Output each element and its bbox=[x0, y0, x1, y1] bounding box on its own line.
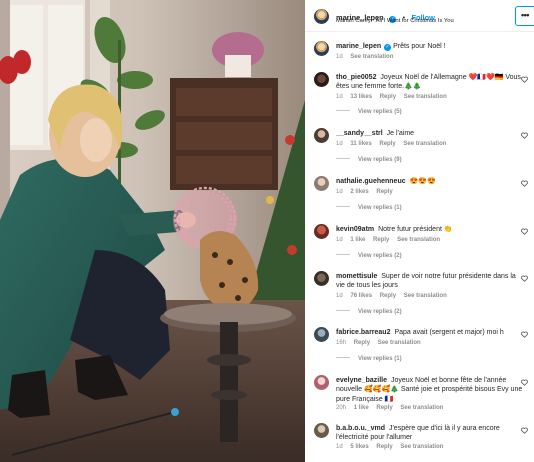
view-replies-button[interactable]: View replies (1) bbox=[336, 356, 402, 362]
comment-avatar[interactable] bbox=[314, 176, 329, 191]
comment-meta: 16h Reply See translation bbox=[336, 340, 427, 346]
see-translation-link[interactable]: See translation bbox=[400, 405, 443, 411]
comment-likes[interactable]: 1 like bbox=[354, 405, 369, 411]
comment-text-line: b.a.b.o.u._vmd J'espère que d'ici là il … bbox=[336, 424, 524, 443]
more-options-icon: ••• bbox=[521, 10, 529, 20]
comment-text-line: __sandy__strl Je l'aime bbox=[336, 129, 524, 138]
comment-time: 16h bbox=[336, 340, 347, 346]
comment-text: Notre futur président 👏 bbox=[378, 226, 453, 233]
caption-text: Prêts pour Noël ! bbox=[393, 43, 446, 50]
comment-text-line: momettisule Super de voir notre futur pr… bbox=[336, 272, 524, 291]
comment-time: 20h bbox=[336, 405, 347, 411]
comment-meta: 1d 5 likes Reply See translation bbox=[336, 444, 449, 450]
reply-button[interactable]: Reply bbox=[380, 293, 396, 299]
comment-meta: 1d 76 likes Reply See translation bbox=[336, 293, 453, 299]
comment-time: 1d bbox=[336, 293, 343, 299]
heart-outline-icon[interactable] bbox=[521, 331, 528, 338]
more-options-button[interactable]: ••• bbox=[515, 6, 534, 26]
comment-text-line: evelyne_bazille Joyeux Noël et bonne fêt… bbox=[336, 376, 524, 404]
heart-outline-icon[interactable] bbox=[521, 76, 528, 83]
view-replies-button[interactable]: View replies (9) bbox=[336, 157, 402, 163]
comment-meta: 1d 13 likes Reply See translation bbox=[336, 94, 453, 100]
heart-outline-icon[interactable] bbox=[521, 275, 528, 282]
caption-avatar[interactable] bbox=[314, 41, 329, 56]
comment-avatar[interactable] bbox=[314, 423, 329, 438]
caption-username[interactable]: marine_lepen bbox=[336, 43, 381, 50]
comment-avatar[interactable] bbox=[314, 375, 329, 390]
comment-username[interactable]: kevin09atm bbox=[336, 226, 374, 233]
author-avatar[interactable] bbox=[314, 9, 329, 24]
post-photo bbox=[0, 0, 305, 462]
comment-username[interactable]: tho_pie0052 bbox=[336, 74, 376, 81]
heart-outline-icon[interactable] bbox=[521, 132, 528, 139]
comment-avatar[interactable] bbox=[314, 224, 329, 239]
comment-likes[interactable]: 13 likes bbox=[350, 94, 372, 100]
comment-text-line: nathalie.guehenneuc 😍😍😍 bbox=[336, 177, 524, 186]
comment-username[interactable]: nathalie.guehenneuc bbox=[336, 178, 406, 185]
reply-button[interactable]: Reply bbox=[376, 405, 392, 411]
comment-avatar[interactable] bbox=[314, 327, 329, 342]
caption-time: 1d bbox=[336, 54, 343, 60]
comment-meta: 1d 2 likes Reply bbox=[336, 189, 399, 195]
comment-likes[interactable]: 1 like bbox=[350, 237, 365, 243]
comment-time: 1d bbox=[336, 237, 343, 243]
reply-button[interactable]: Reply bbox=[379, 141, 395, 147]
comment-text-line: tho_pie0052 Joyeux Noël de l'Allemagne ❤… bbox=[336, 73, 524, 92]
heart-outline-icon[interactable] bbox=[521, 228, 528, 235]
see-translation-link[interactable]: See translation bbox=[403, 141, 446, 147]
reply-button[interactable]: Reply bbox=[376, 189, 392, 195]
comment-avatar[interactable] bbox=[314, 128, 329, 143]
reply-button[interactable]: Reply bbox=[380, 94, 396, 100]
comment-text-line: fabrice.barreau2 Papa avait (sergent et … bbox=[336, 328, 524, 337]
view-replies-button[interactable]: View replies (5) bbox=[336, 109, 402, 115]
view-replies-button[interactable]: View replies (2) bbox=[336, 309, 402, 315]
heart-outline-icon[interactable] bbox=[521, 379, 528, 386]
comment-username[interactable]: momettisule bbox=[336, 273, 377, 280]
verified-badge-icon: ✓ bbox=[384, 44, 392, 51]
comment-likes[interactable]: 2 likes bbox=[350, 189, 368, 195]
comment-time: 1d bbox=[336, 189, 343, 195]
comment-time: 1d bbox=[336, 444, 343, 450]
reply-button[interactable]: Reply bbox=[354, 340, 370, 346]
reply-button[interactable]: Reply bbox=[373, 237, 389, 243]
reply-button[interactable]: Reply bbox=[376, 444, 392, 450]
heart-outline-icon[interactable] bbox=[521, 180, 528, 187]
see-translation-link[interactable]: See translation bbox=[378, 340, 421, 346]
comments-panel: marine_lepen ✓ • Follow Mariah Carey · A… bbox=[305, 0, 534, 462]
comment-text: 😍😍😍 bbox=[409, 178, 436, 185]
see-translation-link[interactable]: See translation bbox=[400, 444, 443, 450]
caption-text-line: marine_lepen ✓ Prêts pour Noël ! bbox=[336, 42, 524, 51]
comment-likes[interactable]: 5 likes bbox=[350, 444, 368, 450]
view-replies-button[interactable]: View replies (2) bbox=[336, 253, 402, 259]
audio-track[interactable]: Mariah Carey · All I Want for Christmas … bbox=[336, 18, 454, 24]
comment-likes[interactable]: 76 likes bbox=[350, 293, 372, 299]
post-media[interactable] bbox=[0, 0, 305, 462]
comment-username[interactable]: b.a.b.o.u._vmd bbox=[336, 425, 385, 432]
caption-see-translation[interactable]: See translation bbox=[350, 54, 393, 60]
comment-text-line: kevin09atm Notre futur président 👏 bbox=[336, 225, 524, 234]
comment-username[interactable]: fabrice.barreau2 bbox=[336, 329, 390, 336]
see-translation-link[interactable]: See translation bbox=[404, 293, 447, 299]
comment-time: 1d bbox=[336, 141, 343, 147]
comment-text: Papa avait (sergent et major) moi h bbox=[394, 329, 504, 336]
caption-meta: 1d See translation bbox=[336, 54, 399, 60]
view-replies-button[interactable]: View replies (1) bbox=[336, 205, 402, 211]
comment-text: Je l'aime bbox=[386, 130, 415, 137]
post-header: marine_lepen ✓ • Follow Mariah Carey · A… bbox=[305, 0, 534, 32]
see-translation-link[interactable]: See translation bbox=[397, 237, 440, 243]
comment-username[interactable]: evelyne_bazille bbox=[336, 377, 387, 384]
comment-meta: 1d 11 likes Reply See translation bbox=[336, 141, 452, 147]
comment-username[interactable]: __sandy__strl bbox=[336, 130, 383, 137]
comment-likes[interactable]: 11 likes bbox=[350, 141, 371, 147]
comment-meta: 1d 1 like Reply See translation bbox=[336, 237, 446, 243]
heart-outline-icon[interactable] bbox=[521, 427, 528, 434]
comment-meta: 20h 1 like Reply See translation bbox=[336, 405, 449, 411]
comment-avatar[interactable] bbox=[314, 72, 329, 87]
comment-avatar[interactable] bbox=[314, 271, 329, 286]
see-translation-link[interactable]: See translation bbox=[404, 94, 447, 100]
comment-time: 1d bbox=[336, 94, 343, 100]
